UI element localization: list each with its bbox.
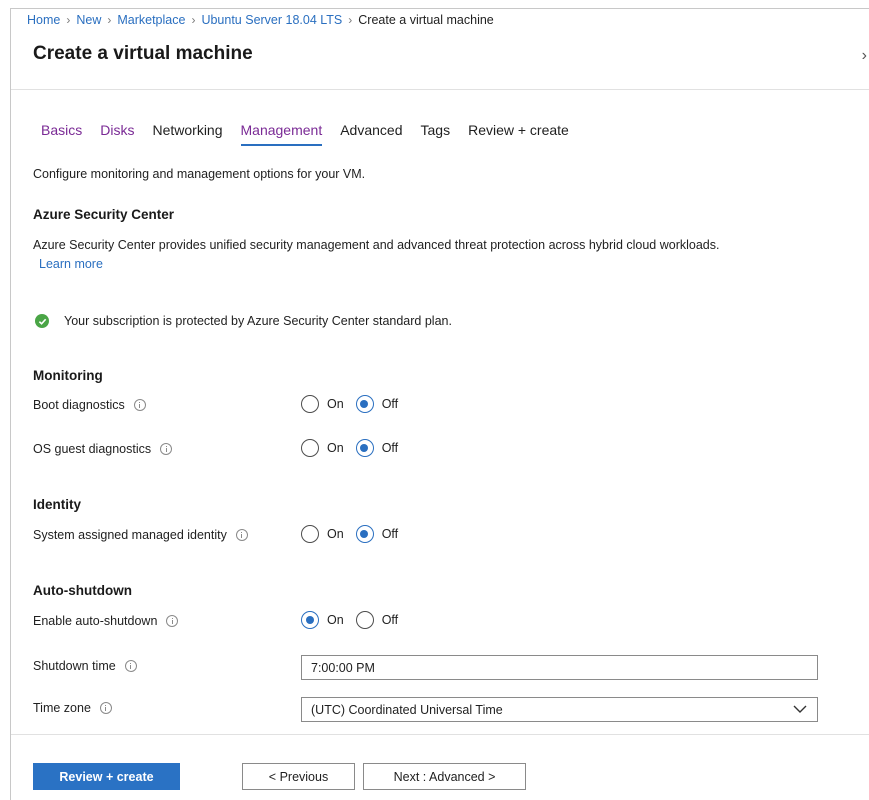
enable-auto-shutdown-label: Enable auto-shutdown — [33, 614, 179, 628]
divider — [11, 89, 869, 90]
boot-diagnostics-label: Boot diagnostics — [33, 398, 146, 412]
radio-label: On — [327, 441, 344, 455]
chevron-right-icon[interactable]: › — [862, 47, 867, 65]
monitoring-heading: Monitoring — [33, 368, 103, 383]
info-icon[interactable] — [166, 615, 179, 627]
chevron-right-icon: › — [191, 13, 196, 27]
info-icon[interactable] — [133, 399, 146, 411]
blade: Home › New › Marketplace › Ubuntu Server… — [10, 8, 869, 800]
os-guest-diagnostics-label-text: OS guest diagnostics — [33, 442, 152, 456]
tab-basics[interactable]: Basics — [41, 122, 82, 146]
tab-disks[interactable]: Disks — [100, 122, 134, 146]
radio-label: Off — [381, 527, 399, 541]
chevron-right-icon: › — [66, 13, 71, 27]
tab-tags[interactable]: Tags — [421, 122, 451, 146]
security-center-description: Azure Security Center provides unified s… — [33, 238, 720, 252]
radio-label: On — [327, 527, 344, 541]
os-guest-diagnostics-radio-group: On Off — [301, 439, 410, 457]
auto-shutdown-off[interactable]: Off — [355, 611, 399, 629]
auto-shutdown-radio-group: On Off — [301, 611, 410, 629]
radio-button[interactable] — [355, 395, 374, 413]
time-zone-select[interactable]: (UTC) Coordinated Universal Time — [301, 697, 818, 722]
time-zone-value: (UTC) Coordinated Universal Time — [311, 703, 503, 717]
radio-button[interactable] — [355, 611, 374, 629]
next-advanced-button[interactable]: Next : Advanced > — [363, 763, 526, 790]
breadcrumb-current: Create a virtual machine — [358, 13, 494, 27]
tab-management[interactable]: Management — [240, 122, 323, 146]
review-create-button[interactable]: Review + create — [33, 763, 180, 790]
radio-label: On — [327, 613, 344, 627]
chevron-right-icon: › — [348, 13, 353, 27]
radio-button[interactable] — [301, 395, 319, 413]
info-icon[interactable] — [160, 443, 173, 455]
checkmark-icon — [35, 314, 49, 328]
breadcrumb: Home › New › Marketplace › Ubuntu Server… — [27, 13, 494, 27]
radio-label: On — [327, 397, 344, 411]
radio-button[interactable] — [301, 439, 319, 457]
os-guest-diagnostics-on[interactable]: On — [301, 439, 344, 457]
managed-identity-label-text: System assigned managed identity — [33, 528, 227, 542]
identity-heading: Identity — [33, 497, 82, 512]
enable-auto-shutdown-label-text: Enable auto-shutdown — [33, 614, 158, 628]
divider — [11, 734, 869, 735]
managed-identity-off[interactable]: Off — [355, 525, 399, 543]
radio-label: Off — [381, 613, 399, 627]
radio-button[interactable] — [301, 525, 319, 543]
shutdown-time-label: Shutdown time — [33, 659, 137, 673]
shutdown-time-input[interactable]: 7:00:00 PM — [301, 655, 818, 680]
auto-shutdown-heading: Auto-shutdown — [33, 583, 132, 598]
info-icon[interactable] — [235, 529, 248, 541]
boot-diagnostics-off[interactable]: Off — [355, 395, 399, 413]
intro-text: Configure monitoring and management opti… — [33, 167, 366, 181]
breadcrumb-marketplace[interactable]: Marketplace — [117, 13, 185, 27]
info-icon[interactable] — [124, 660, 137, 672]
breadcrumb-ubuntu[interactable]: Ubuntu Server 18.04 LTS — [201, 13, 342, 27]
tab-networking[interactable]: Networking — [152, 122, 222, 146]
radio-button[interactable] — [301, 611, 319, 629]
security-status-text: Your subscription is protected by Azure … — [64, 314, 452, 328]
tab-advanced[interactable]: Advanced — [340, 122, 402, 146]
time-zone-label-text: Time zone — [33, 701, 91, 715]
auto-shutdown-on[interactable]: On — [301, 611, 344, 629]
learn-more-link[interactable]: Learn more — [39, 257, 103, 271]
chevron-down-icon — [793, 705, 807, 713]
managed-identity-radio-group: On Off — [301, 525, 410, 543]
tab-review-create[interactable]: Review + create — [468, 122, 569, 146]
radio-button[interactable] — [355, 439, 374, 457]
managed-identity-on[interactable]: On — [301, 525, 344, 543]
previous-button[interactable]: < Previous — [242, 763, 355, 790]
boot-diagnostics-label-text: Boot diagnostics — [33, 398, 125, 412]
page-title: Create a virtual machine — [33, 43, 253, 64]
time-zone-label: Time zone — [33, 701, 112, 715]
boot-diagnostics-radio-group: On Off — [301, 395, 410, 413]
managed-identity-label: System assigned managed identity — [33, 528, 248, 542]
breadcrumb-new[interactable]: New — [76, 13, 101, 27]
shutdown-time-label-text: Shutdown time — [33, 659, 116, 673]
boot-diagnostics-on[interactable]: On — [301, 395, 344, 413]
radio-label: Off — [381, 397, 399, 411]
chevron-right-icon: › — [107, 13, 112, 27]
os-guest-diagnostics-label: OS guest diagnostics — [33, 442, 173, 456]
info-icon[interactable] — [99, 702, 112, 714]
radio-button[interactable] — [355, 525, 374, 543]
security-center-heading: Azure Security Center — [33, 207, 175, 222]
tab-bar: Basics Disks Networking Management Advan… — [41, 122, 587, 146]
os-guest-diagnostics-off[interactable]: Off — [355, 439, 399, 457]
breadcrumb-home[interactable]: Home — [27, 13, 60, 27]
radio-label: Off — [381, 441, 399, 455]
